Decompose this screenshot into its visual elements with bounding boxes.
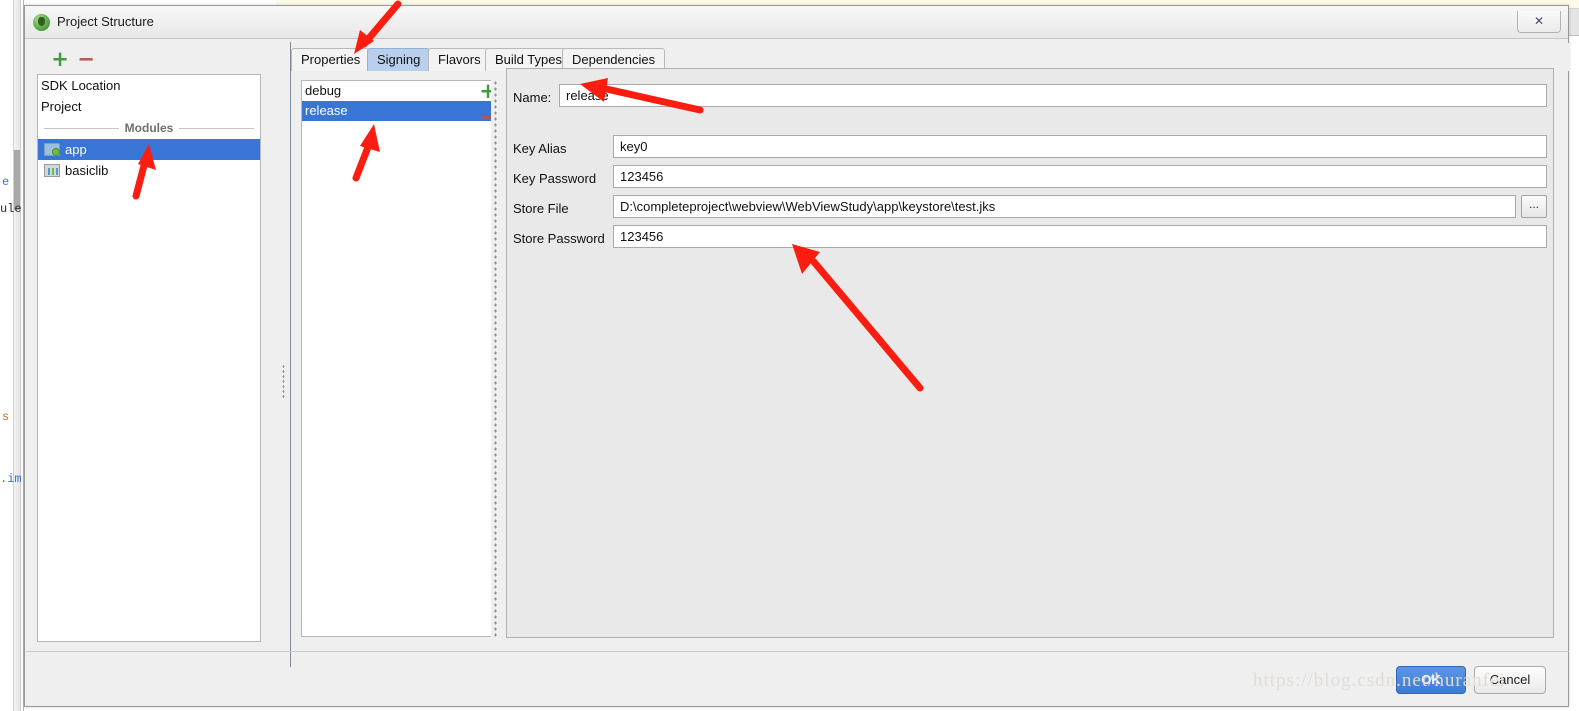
sidebar-item-label: Project [41,99,82,114]
android-studio-icon [33,14,50,31]
left-splitter[interactable] [277,42,291,667]
sidebar-item-sdk-location[interactable]: SDK Location [38,75,260,96]
tab-flavors[interactable]: Flavors [428,48,491,71]
store-file-browse-button[interactable]: ... [1521,195,1547,218]
modules-section-label: Modules [124,121,174,135]
store-password-input[interactable]: 123456 [613,225,1547,248]
sidebar-item-label: SDK Location [41,78,121,93]
form-splitter[interactable] [491,80,500,637]
tab-label: Signing [377,52,421,67]
background-text-fragment: s [2,410,10,424]
tab-signing[interactable]: Signing [367,48,431,71]
splitter-grip [494,80,497,637]
screen: Gradle Sync e ule s .im Project Structur… [0,0,1579,711]
key-password-input[interactable]: 123456 [613,165,1547,188]
name-label: Name: [513,90,552,105]
signing-config-release[interactable]: release [302,101,496,121]
tab-label: Build Types [495,52,562,67]
name-input[interactable]: release [559,84,1547,107]
signing-configs-list[interactable]: debug release [301,80,497,637]
signing-config-debug[interactable]: debug [302,81,496,101]
sidebar-item-basiclib[interactable]: basiclib [38,160,260,181]
sidebar-item-label: basiclib [65,163,109,178]
splitter-grip [282,364,285,400]
sidebar-item-project[interactable]: Project [38,96,260,117]
modules-section-header: Modules [38,117,260,139]
dialog-title: Project Structure [57,14,154,29]
background-scrollbar[interactable] [13,0,21,711]
tab-label: Properties [301,52,361,67]
store-file-label: Store File [513,201,569,216]
tab-label: Dependencies [572,52,656,67]
key-alias-input[interactable]: key0 [613,135,1547,158]
add-module-icon[interactable]: + [49,49,71,70]
divider-left [44,127,119,129]
watermark: https://blog.csdn.net/huranfei [1253,670,1506,691]
store-password-label: Store Password [513,231,605,246]
background-text-fragment: ule [0,202,22,216]
background-text-fragment: e [2,175,10,189]
background-text-fragment: .im [0,472,22,486]
modules-toolbar: + − [39,46,277,74]
bottom-divider [26,651,1569,652]
folder-module-icon [44,143,60,156]
tab-properties[interactable]: Properties [291,48,371,71]
dialog-titlebar: Project Structure ✕ [25,6,1568,39]
store-file-input[interactable]: D:\completeproject\webview\WebViewStudy\… [613,195,1516,218]
divider-right [179,127,255,129]
sidebar-item-label: app [65,142,87,157]
key-password-label: Key Password [513,171,597,186]
project-structure-dialog: Project Structure ✕ + − SDK Location Pro… [24,5,1569,707]
signing-form: Name: release Key Alias key0 Key Passwor… [506,68,1554,638]
panel-divider [290,42,291,667]
tab-bar: Properties Signing Flavors Build Types D… [291,43,1569,71]
signing-config-label: release [305,103,348,118]
background-scrollbar-thumb[interactable] [14,150,20,210]
sidebar-item-app[interactable]: app [38,139,260,160]
key-alias-label: Key Alias [513,141,567,156]
close-icon[interactable]: ✕ [1517,11,1561,33]
signing-config-label: debug [305,83,342,98]
library-module-icon [44,164,60,177]
tab-label: Flavors [438,52,481,67]
remove-module-icon[interactable]: − [75,49,97,70]
modules-list[interactable]: SDK Location Project Modules app basicli… [37,74,261,642]
